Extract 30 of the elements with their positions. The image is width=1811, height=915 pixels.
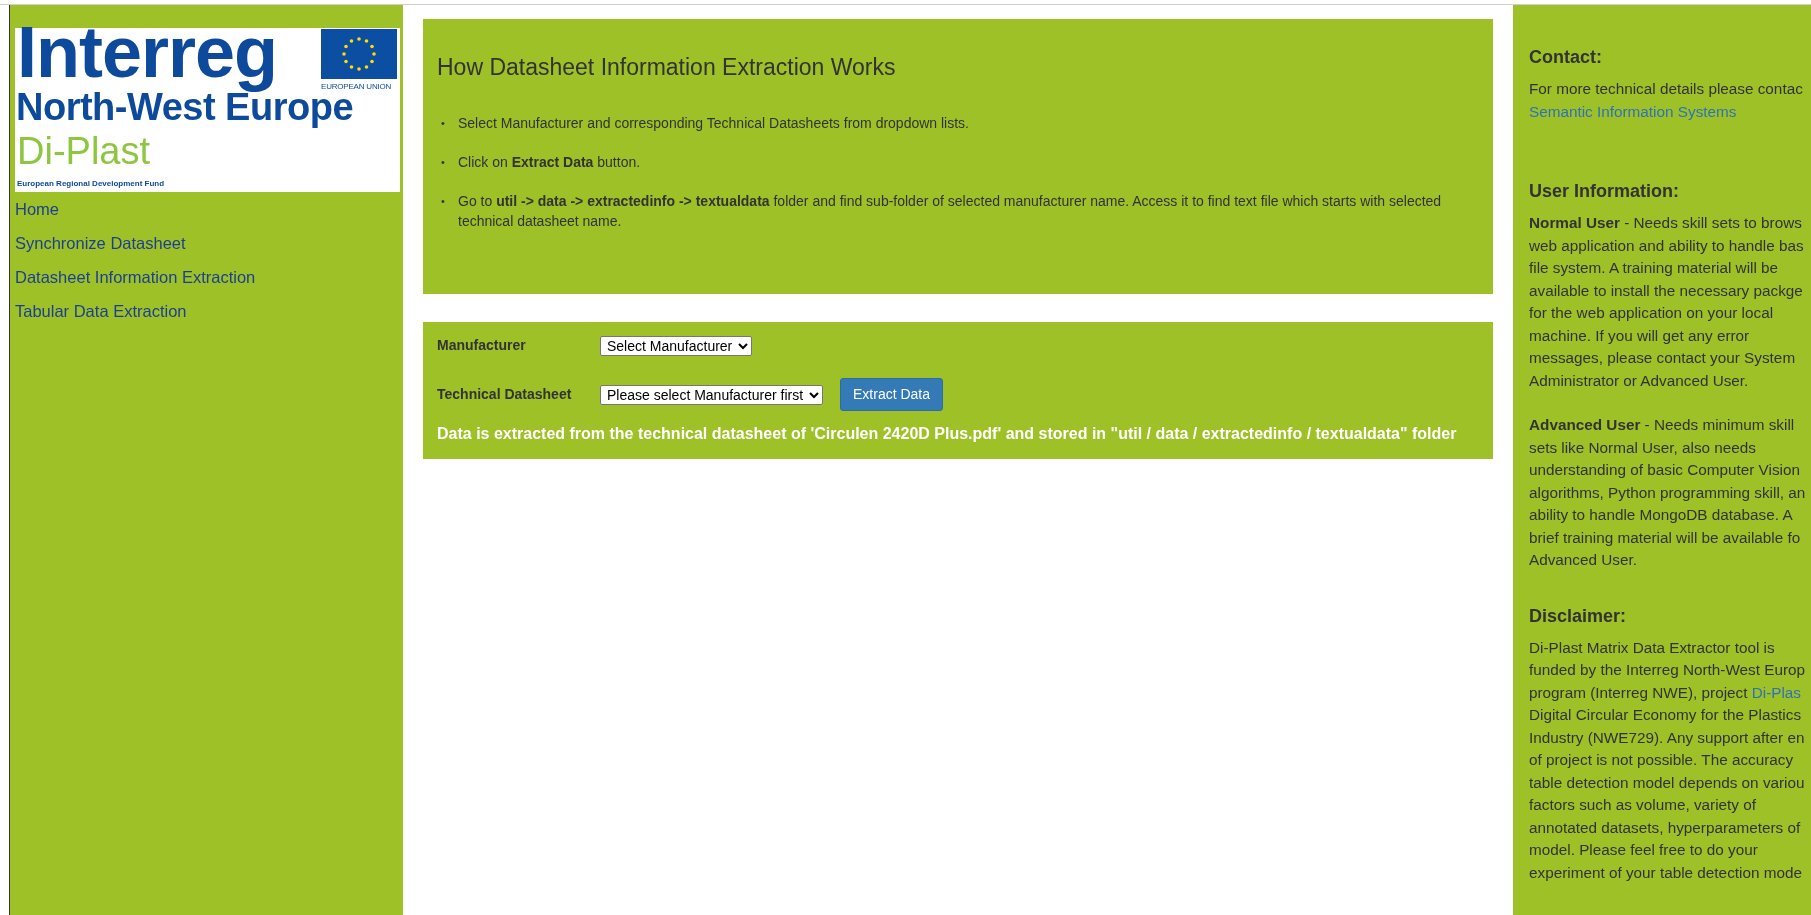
logo-subtitle: European Regional Development Fund [17,178,165,190]
field-label: Technical Datasheet [437,385,573,404]
nav-link[interactable]: Home [15,199,59,220]
instruction-text: Go to util -> data -> extractedinfo -> textualdata folder and find sub-folder of selected manufacturer name. Access it to find text file which starts with selected technical datasheet name. [458,192,1443,231]
instruction-text: Click on Extract Data button. [458,153,641,172]
field-label: Manufacturer [437,336,527,355]
paragraph-text: For more technical details please contac [1529,79,1804,99]
paragraph-text: Di-Plast Matrix Data Extractor tool is funded by the Interreg North-West Europ program (Interreg NWE), project Di-Plas Digital Circular Economy for the Plastics Industry (NWE729). Any support after en of project is not possible. The accuracy table detection model depends on variou factors such as volume, variety of annotated datasets, hyperparameters of model. Please feel free to do your experiment of your table detection mode [1529,637,1807,883]
section-heading: User Information: [1529,180,1680,203]
dropdown[interactable]: Select Manufacturer [600,335,752,356]
extract-button[interactable]: Extract Data [840,378,944,411]
instruction-text: Select Manufacturer and corresponding Technical Datasheets from dropdown lists. [458,114,969,133]
bullet: • [441,194,446,209]
bullet: • [441,155,446,170]
eu-label: EUROPEAN UNION [321,81,392,93]
logo-project: Di-Plast [17,132,151,170]
link[interactable]: Semantic Information Systems [1529,100,1737,123]
bullet: • [441,116,446,131]
section-heading: Disclaimer: [1529,604,1628,628]
link[interactable]: Di-Plas [1751,683,1801,701]
dropdown[interactable]: Please select Manufacturer first [600,384,823,405]
section-heading: Contact: [1529,46,1603,69]
status-message: Data is extracted from the technical datasheet of 'Circulen 2420D Plus.pdf' and stored in "util / data / extractedinfo / textualdata" folder [437,424,1458,444]
nav-link[interactable]: Datasheet Information Extraction [15,267,256,288]
paragraph-text: Advanced User - Needs minimum skill sets like Normal User, also needs understanding of basic Computer Vision algorithms, Python programming skill, an ability to handle MongoDB database. A brief training material will be available fo Advanced User. [1529,415,1807,570]
paragraph-text: Normal User - Needs skill sets to brows web application and ability to handle bas file system. A training material will be available to install the necessary packge for the web application on your local machine. If you will get any error messages, please contact your System Administrator or Advanced User. [1529,213,1805,391]
nav-link[interactable]: Tabular Data Extraction [15,301,187,322]
flag-icon [321,29,397,79]
nav-link[interactable]: Synchronize Datasheet [15,233,186,254]
section-heading: How Datasheet Information Extraction Works [437,53,897,81]
